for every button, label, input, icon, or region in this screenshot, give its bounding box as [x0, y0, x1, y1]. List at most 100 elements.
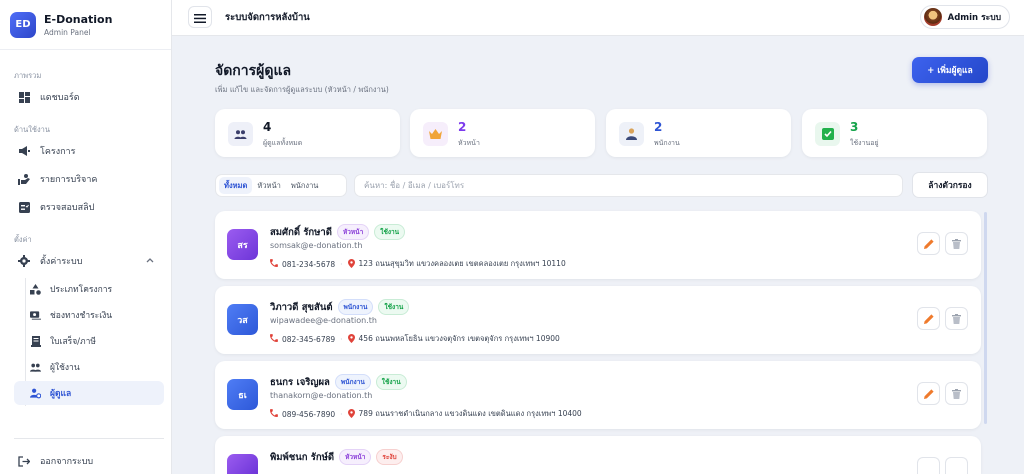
sidebar-subitem-receipts[interactable]: ใบเสร็จ/ภาษี	[14, 329, 164, 353]
sidebar-item-slips[interactable]: ตรวจสอบสลิป	[12, 195, 164, 219]
phone-icon	[270, 409, 278, 419]
admin-email: thanakorn@e-donation.th	[270, 391, 373, 400]
logout-icon	[18, 455, 30, 467]
admin-name-row: วิภาวดี สุขสันต์ พนักงาน ใช้งาน	[270, 299, 410, 315]
sidebar-item-donations[interactable]: รายการบริจาค	[12, 167, 164, 191]
separator: ·	[340, 259, 343, 269]
brand: ED E-Donation Admin Panel	[0, 0, 171, 50]
admin-avatar: พร	[227, 454, 258, 474]
sidebar-item-projects[interactable]: โครงการ	[12, 139, 164, 163]
check-icon	[815, 122, 840, 146]
trash-icon	[952, 234, 961, 253]
admin-meta: 082-345-6789 · 456 ถนนพหลโยธิน แขวงจตุจั…	[270, 333, 560, 345]
edit-button[interactable]	[917, 232, 940, 255]
admin-user-icon	[30, 388, 41, 399]
sidebar-subitem-label: ช่องทางชำระเงิน	[50, 311, 113, 321]
stat-card-total: 4 ผู้ดูแลทั้งหมด	[215, 109, 400, 157]
delete-button[interactable]	[945, 307, 968, 330]
gear-icon	[18, 255, 30, 267]
admin-name-row: ธนกร เจริญผล พนักงาน ใช้งาน	[270, 374, 407, 390]
dashboard-icon	[18, 91, 30, 103]
edit-button[interactable]	[917, 382, 940, 405]
brand-subtitle: Admin Panel	[44, 27, 91, 37]
role-badge: หัวหน้า	[339, 449, 372, 465]
sidebar-item-label: รายการบริจาค	[40, 175, 98, 185]
status-badge: ใช้งาน	[374, 224, 406, 240]
chevron-up-icon	[146, 256, 154, 266]
admin-name-row: สมศักดิ์ รักษาดี หัวหน้า ใช้งาน	[270, 224, 406, 240]
delete-button[interactable]	[945, 457, 968, 474]
role-badge: พนักงาน	[337, 299, 374, 315]
stat-value: 2	[654, 120, 663, 134]
delete-button[interactable]	[945, 232, 968, 255]
stat-label: ผู้ดูแลทั้งหมด	[263, 139, 303, 147]
edit-button[interactable]	[917, 307, 940, 330]
megaphone-icon	[18, 145, 30, 157]
status-badge: ใช้งาน	[378, 299, 410, 315]
tab-staff[interactable]: พนักงาน	[286, 177, 324, 194]
tab-heads[interactable]: หัวหน้า	[252, 177, 285, 194]
admin-card: ธเ ธนกร เจริญผล พนักงาน ใช้งาน thanakorn…	[215, 361, 981, 429]
admin-phone: 089-456-7890	[282, 409, 336, 419]
avatar	[923, 8, 942, 26]
receipt-icon	[30, 335, 41, 347]
section-overview-label: ภาพรวม	[14, 71, 42, 80]
stat-value: 4	[263, 120, 272, 134]
sidebar-subitem-label: ประเภทโครงการ	[50, 285, 113, 295]
crown-icon	[423, 122, 448, 146]
admin-card: สร สมศักดิ์ รักษาดี หัวหน้า ใช้งาน somsa…	[215, 211, 981, 279]
sidebar-subitem-users[interactable]: ผู้ใช้งาน	[14, 355, 164, 379]
money-icon	[30, 310, 41, 321]
role-badge: พนักงาน	[334, 374, 371, 390]
user-menu[interactable]: Admin ระบบ	[919, 5, 1010, 29]
admin-avatar: สร	[227, 229, 258, 260]
delete-button[interactable]	[945, 382, 968, 405]
users-icon	[30, 362, 41, 373]
scrollbar[interactable]	[984, 212, 987, 424]
sidebar-item-label: โครงการ	[40, 147, 76, 157]
divider	[14, 438, 164, 439]
topbar: ระบบจัดการหลังบ้าน Admin ระบบ	[172, 0, 1024, 36]
sidebar-subitem-project-types[interactable]: ประเภทโครงการ	[14, 277, 164, 301]
role-badge: หัวหน้า	[336, 224, 370, 240]
brand-logo: ED	[10, 11, 36, 38]
admin-name: ธนกร เจริญผล	[270, 376, 330, 388]
edit-button[interactable]	[917, 457, 940, 474]
trash-icon	[952, 309, 961, 328]
sidebar-subitem-payment-channels[interactable]: ช่องทางชำระเงิน	[14, 303, 164, 327]
admin-meta: 081-234-5678 · 123 ถนนสุขุมวิท แขวงคลองเ…	[270, 258, 566, 270]
sidebar-item-label: แดชบอร์ด	[40, 93, 80, 103]
page-title: จัดการผู้ดูแล	[215, 63, 292, 79]
menu-toggle-button[interactable]	[188, 6, 212, 28]
admin-meta: 089-456-7890 · 789 ถนนราชดำเนินกลาง แขวง…	[270, 408, 582, 420]
trash-icon	[952, 384, 961, 403]
status-badge: ระงับ	[376, 449, 403, 465]
sidebar-item-dashboard[interactable]: แดชบอร์ด	[12, 85, 164, 109]
sidebar-subitem-label: ใบเสร็จ/ภาษี	[50, 337, 97, 347]
admin-name: วิภาวดี สุขสันต์	[270, 301, 333, 313]
sidebar-item-system-settings[interactable]: ตั้งค่าระบบ	[12, 249, 164, 273]
logout-label: ออกจากระบบ	[40, 457, 94, 467]
admin-name-row: พิมพ์ชนก รักษ์ดี หัวหน้า ระงับ	[270, 449, 403, 465]
location-pin-icon	[347, 258, 355, 270]
sidebar-subitem-admins[interactable]: ผู้ดูแล	[14, 381, 164, 405]
clear-filters-button[interactable]: ล้างตัวกรอง	[912, 172, 988, 198]
slip-check-icon	[18, 201, 30, 213]
logout-button[interactable]: ออกจากระบบ	[12, 449, 164, 473]
admin-phone: 081-234-5678	[282, 259, 336, 269]
users-icon	[228, 122, 253, 146]
status-badge: ใช้งาน	[375, 374, 407, 390]
topbar-title: ระบบจัดการหลังบ้าน	[225, 12, 310, 23]
donation-hand-icon	[18, 173, 30, 185]
admin-address: 456 ถนนพหลโยธิน แขวงจตุจักร เขตจตุจักร ก…	[358, 334, 560, 343]
sidebar-subitem-label: ผู้ดูแล	[50, 389, 72, 399]
admin-email: wipawadee@e-donation.th	[270, 316, 377, 325]
sidebar-subitem-label: ผู้ใช้งาน	[50, 363, 80, 373]
admin-email: somsak@e-donation.th	[270, 241, 363, 250]
pencil-icon	[923, 384, 934, 403]
tab-all[interactable]: ทั้งหมด	[219, 177, 253, 194]
admin-address: 123 ถนนสุขุมวิท แขวงคลองเตย เขตคลองเตย ก…	[358, 259, 566, 268]
search-input[interactable]	[354, 174, 903, 197]
phone-icon	[270, 334, 278, 344]
add-admin-button[interactable]: + เพิ่มผู้ดูแล	[912, 57, 988, 83]
